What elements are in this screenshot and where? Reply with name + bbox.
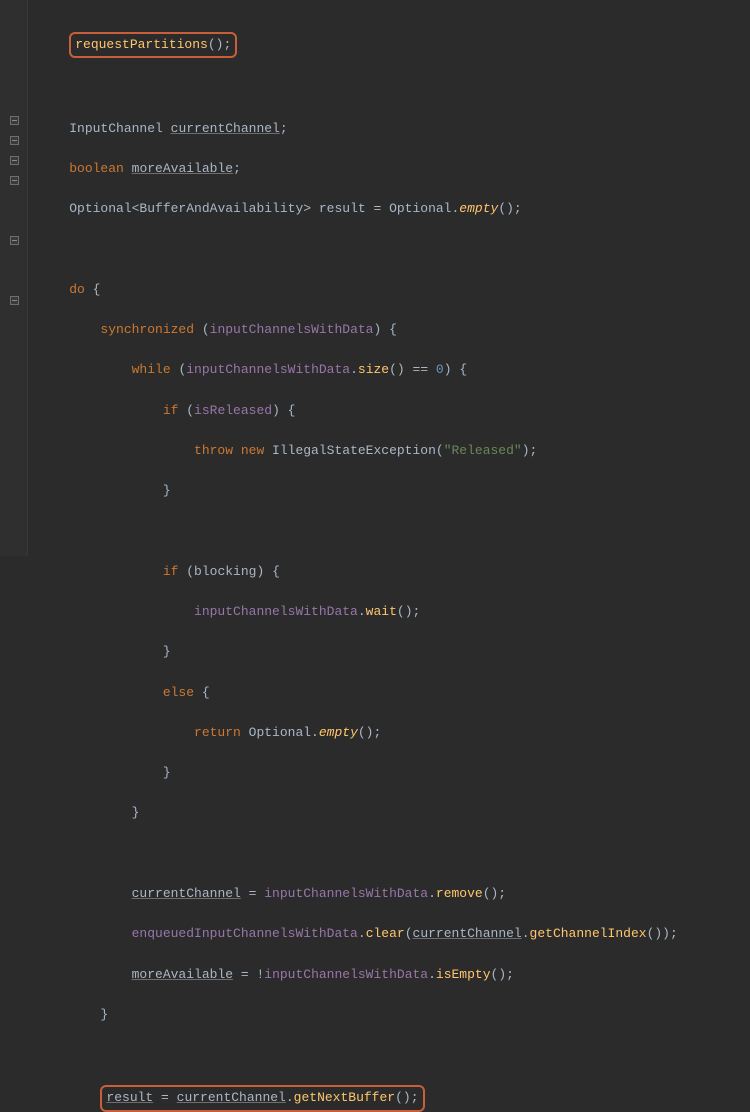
code-line: if (blocking) {	[38, 562, 678, 582]
fold-marker-icon[interactable]	[10, 296, 19, 305]
code-line: InputChannel currentChannel;	[38, 119, 678, 139]
code-line: while (inputChannelsWithData.size() == 0…	[38, 360, 678, 380]
code-line: currentChannel = inputChannelsWithData.r…	[38, 884, 678, 904]
code-line: }	[38, 763, 678, 783]
highlight-box: requestPartitions();	[69, 32, 237, 58]
code-line: throw new IllegalStateException("Release…	[38, 441, 678, 461]
code-line: do {	[38, 280, 678, 300]
code-line	[38, 522, 678, 542]
code-line: }	[38, 1005, 678, 1025]
code-line: moreAvailable = !inputChannelsWithData.i…	[38, 965, 678, 985]
code-line: else {	[38, 683, 678, 703]
fold-marker-icon[interactable]	[10, 176, 19, 185]
code-line: return Optional.empty();	[38, 723, 678, 743]
code-line: boolean moreAvailable;	[38, 159, 678, 179]
code-line	[38, 1045, 678, 1065]
code-editor[interactable]: requestPartitions(); InputChannel curren…	[0, 0, 750, 556]
code-line	[38, 844, 678, 864]
highlight-box: result = currentChannel.getNextBuffer();	[100, 1085, 424, 1111]
fold-marker-icon[interactable]	[10, 116, 19, 125]
code-line: synchronized (inputChannelsWithData) {	[38, 320, 678, 340]
code-line: enqueuedInputChannelsWithData.clear(curr…	[38, 924, 678, 944]
code-line: Optional<BufferAndAvailability> result =…	[38, 199, 678, 219]
code-line: inputChannelsWithData.wait();	[38, 602, 678, 622]
code-line	[38, 240, 678, 260]
gutter	[0, 0, 28, 556]
code-line: }	[38, 803, 678, 823]
code-line	[38, 78, 678, 98]
fold-marker-icon[interactable]	[10, 156, 19, 165]
fold-marker-icon[interactable]	[10, 136, 19, 145]
code-line: requestPartitions();	[38, 32, 678, 58]
fold-marker-icon[interactable]	[10, 236, 19, 245]
code-line: result = currentChannel.getNextBuffer();	[38, 1085, 678, 1111]
code-line: }	[38, 481, 678, 501]
code-line: if (isReleased) {	[38, 401, 678, 421]
code-area[interactable]: requestPartitions(); InputChannel curren…	[28, 0, 678, 556]
code-line: }	[38, 642, 678, 662]
